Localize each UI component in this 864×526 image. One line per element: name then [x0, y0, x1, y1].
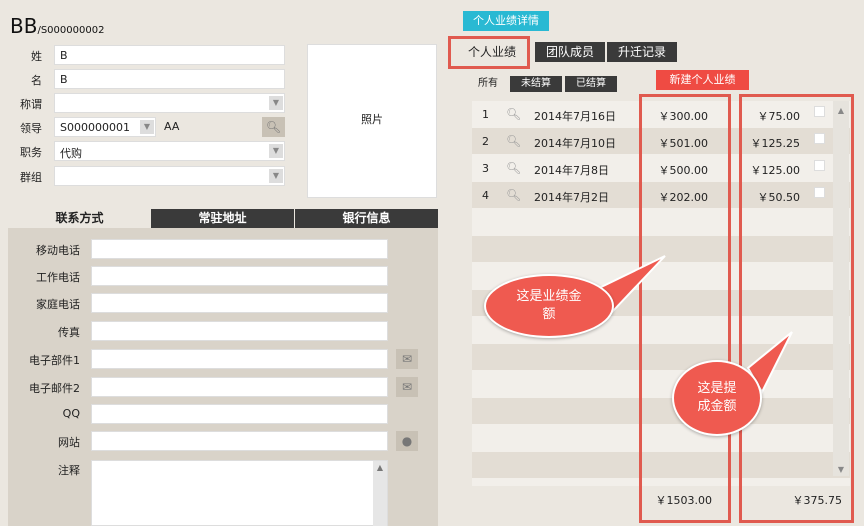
chevron-down-icon[interactable]: ▼: [269, 169, 283, 183]
work-phone-field[interactable]: [91, 266, 388, 286]
person-name: BB: [10, 14, 38, 38]
leader-name: AA: [164, 120, 180, 133]
mobile-label: 移动电话: [36, 244, 80, 257]
website-label: 网站: [58, 436, 80, 449]
envelope-icon[interactable]: ✉: [396, 349, 418, 369]
left-tab-bar: 联系方式 常驻地址 银行信息: [8, 209, 438, 228]
title-label: 称谓: [20, 98, 42, 111]
filter-settled[interactable]: 已结算: [565, 76, 617, 92]
surname-row: 姓 B: [0, 45, 300, 65]
name-label: 名: [31, 74, 42, 87]
website-row: 网站 ●: [8, 431, 438, 451]
callout-2-line2: 成金额: [697, 399, 737, 414]
group-select[interactable]: ▼: [54, 166, 285, 186]
leader-row: 领导 S000000001 ▼ AA 🔍︎: [0, 117, 300, 137]
callout-1-line1: 这是业绩金: [516, 289, 582, 304]
email2-field[interactable]: [91, 377, 388, 397]
amount-column-highlight: [639, 94, 731, 523]
magnifier-icon[interactable]: 🔍︎: [506, 161, 521, 175]
home-phone-field[interactable]: [91, 293, 388, 313]
row-number: 3: [482, 162, 489, 175]
tab-promotion-history[interactable]: 升迁记录: [607, 42, 677, 62]
website-field[interactable]: [91, 431, 388, 451]
home-phone-row: 家庭电话: [8, 293, 438, 313]
work-phone-label: 工作电话: [36, 271, 80, 284]
contact-panel: 移动电话 工作电话 家庭电话 传真 电子部件1 ✉ 电子邮件2 ✉ QQ 网站 …: [8, 228, 438, 526]
email1-field[interactable]: [91, 349, 388, 369]
page-title: BB/S000000002: [10, 14, 104, 38]
fax-field[interactable]: [91, 321, 388, 341]
notes-scrollbar[interactable]: ▲: [373, 461, 387, 526]
row-date: 2014年7月2日: [534, 191, 609, 204]
fax-label: 传真: [58, 326, 80, 339]
person-code: /S000000002: [37, 25, 105, 36]
tab-team-members[interactable]: 团队成员: [535, 42, 605, 62]
email2-label: 电子邮件2: [29, 382, 80, 395]
group-row: 群组 ▼: [0, 166, 300, 186]
amount-callout-bubble: 这是业绩金 额: [484, 274, 614, 338]
qq-label: QQ: [62, 407, 80, 420]
callout-1-line2: 额: [542, 307, 556, 322]
performance-detail-tag: 个人业绩详情: [463, 11, 549, 31]
row-date: 2014年7月10日: [534, 137, 616, 150]
group-label: 群组: [20, 171, 42, 184]
surname-label: 姓: [31, 50, 42, 63]
row-number: 4: [482, 189, 489, 202]
callout-2-line1: 这是提: [697, 381, 737, 396]
search-icon[interactable]: 🔍︎: [262, 117, 285, 137]
role-value: 代购: [60, 147, 82, 160]
row-date: 2014年7月16日: [534, 110, 616, 123]
leader-select[interactable]: S000000001 ▼: [54, 117, 156, 137]
chevron-down-icon[interactable]: ▼: [140, 120, 154, 134]
filter-all[interactable]: 所有: [472, 76, 504, 92]
tab-address[interactable]: 常驻地址: [151, 209, 294, 228]
email1-row: 电子部件1 ✉: [8, 349, 438, 369]
globe-icon[interactable]: ●: [396, 431, 418, 451]
chevron-down-icon[interactable]: ▼: [269, 96, 283, 110]
photo-label: 照片: [361, 113, 383, 126]
tab-contact[interactable]: 联系方式: [8, 209, 151, 228]
title-row: 称谓 ▼: [0, 93, 300, 113]
title-select[interactable]: ▼: [54, 93, 285, 113]
magnifier-icon[interactable]: 🔍︎: [506, 188, 521, 202]
scroll-up-icon[interactable]: ▲: [373, 463, 387, 472]
qq-field[interactable]: [91, 404, 388, 424]
email1-label: 电子部件1: [29, 354, 80, 367]
role-row: 职务 代购 ▼: [0, 141, 300, 161]
commission-callout-bubble: 这是提 成金额: [672, 360, 762, 436]
mobile-field[interactable]: [91, 239, 388, 259]
name-field[interactable]: B: [54, 69, 285, 89]
home-phone-label: 家庭电话: [36, 298, 80, 311]
mobile-row: 移动电话: [8, 239, 438, 259]
name-row: 名 B: [0, 69, 300, 89]
leader-code: S000000001: [60, 121, 130, 134]
row-number: 1: [482, 108, 489, 121]
magnifier-icon[interactable]: 🔍︎: [506, 134, 521, 148]
role-select[interactable]: 代购 ▼: [54, 141, 285, 161]
notes-label: 注释: [58, 464, 80, 477]
envelope-icon[interactable]: ✉: [396, 377, 418, 397]
work-phone-row: 工作电话: [8, 266, 438, 286]
role-label: 职务: [20, 146, 42, 159]
new-performance-button[interactable]: 新建个人业绩: [656, 70, 749, 90]
fax-row: 传真: [8, 321, 438, 341]
magnifier-icon[interactable]: 🔍︎: [506, 107, 521, 121]
photo-box[interactable]: 照片: [307, 44, 437, 198]
surname-field[interactable]: B: [54, 45, 285, 65]
chevron-down-icon[interactable]: ▼: [269, 144, 283, 158]
email2-row: 电子邮件2 ✉: [8, 377, 438, 397]
row-number: 2: [482, 135, 489, 148]
tab-highlight-box: [448, 36, 530, 69]
commission-column-highlight: [739, 94, 854, 523]
notes-textarea[interactable]: ▲: [91, 460, 388, 526]
leader-label: 领导: [20, 122, 42, 135]
qq-row: QQ: [8, 404, 438, 424]
filter-unsettled[interactable]: 未结算: [510, 76, 562, 92]
row-date: 2014年7月8日: [534, 164, 609, 177]
tab-bank[interactable]: 银行信息: [295, 209, 438, 228]
